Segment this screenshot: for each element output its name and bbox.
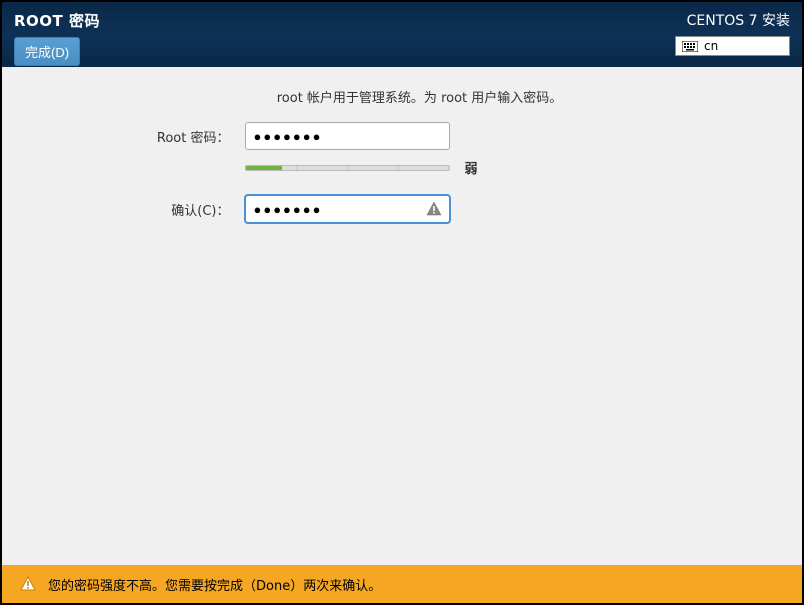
root-password-input[interactable] <box>245 122 450 150</box>
password-label: Root 密码： <box>130 127 245 146</box>
warning-icon <box>426 201 442 217</box>
password-strength-bar <box>245 165 450 171</box>
warning-footer: 您的密码强度不高。您需要按完成（Done）两次来确认。 <box>2 565 802 603</box>
confirm-password-input[interactable] <box>245 195 450 223</box>
header-bar: ROOT 密码 完成(D) CENTOS 7 安装 <box>2 2 802 67</box>
confirm-label: 确认(C)： <box>130 200 245 219</box>
keyboard-icon <box>682 41 698 52</box>
installer-title: CENTOS 7 安装 <box>687 10 790 30</box>
page-title: ROOT 密码 <box>14 10 100 31</box>
keyboard-layout-indicator[interactable]: cn <box>675 36 790 56</box>
done-button[interactable]: 完成(D) <box>14 37 80 66</box>
keyboard-layout-label: cn <box>704 39 718 53</box>
description-text: root 帐户用于管理系统。为 root 用户输入密码。 <box>165 87 675 106</box>
warning-icon <box>20 576 36 592</box>
password-strength-label: 弱 <box>465 158 478 177</box>
main-content: root 帐户用于管理系统。为 root 用户输入密码。 Root 密码： 弱 <box>2 67 802 565</box>
warning-text: 您的密码强度不高。您需要按完成（Done）两次来确认。 <box>48 575 381 594</box>
